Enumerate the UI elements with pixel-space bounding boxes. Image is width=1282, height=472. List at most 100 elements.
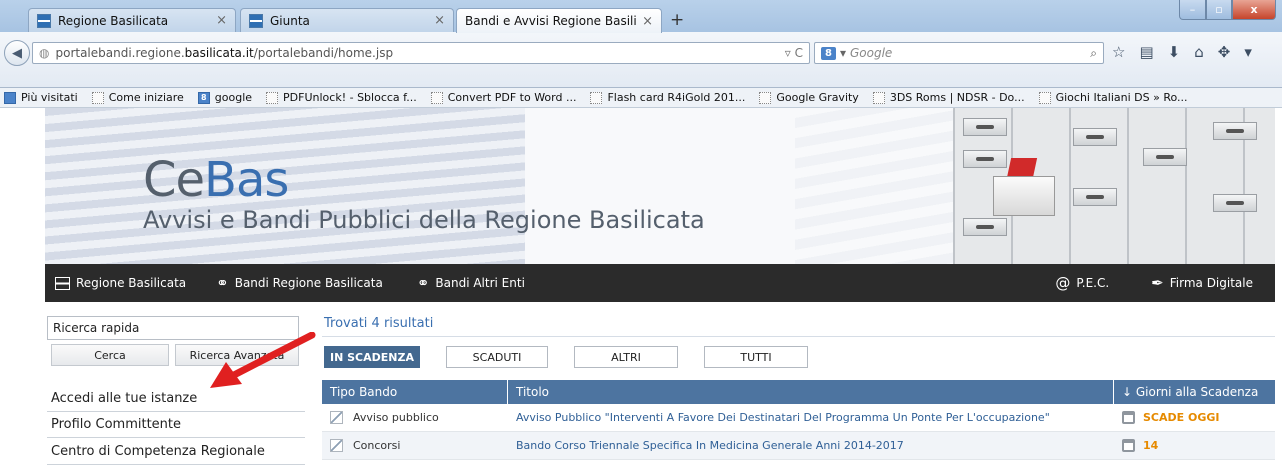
- drawer: [1143, 148, 1187, 166]
- drawer: [963, 118, 1007, 136]
- close-icon[interactable]: ×: [216, 13, 227, 28]
- close-window-button[interactable]: x: [1232, 0, 1276, 20]
- edit-document-icon: [330, 411, 343, 424]
- bookmark-icon: [266, 91, 279, 104]
- new-tab-button[interactable]: +: [670, 10, 684, 30]
- bookmark-icon: [430, 91, 443, 104]
- tab-bandi-avvisi[interactable]: Bandi e Avvisi Regione Basilicata ×: [456, 8, 662, 33]
- logo-text-ce: Ce: [143, 152, 205, 208]
- filter-in-scadenza[interactable]: IN SCADENZA: [324, 346, 420, 368]
- bookmark-item[interactable]: Come iniziare: [91, 91, 184, 104]
- column-header-giorni[interactable]: ↓ Giorni alla Scadenza: [1114, 380, 1275, 404]
- menu-item-regione-basilicata[interactable]: Regione Basilicata: [45, 264, 196, 302]
- back-arrow-icon: ◀: [12, 45, 22, 61]
- bookmark-item[interactable]: Convert PDF to Word ...: [430, 91, 577, 104]
- main-menu: Regione Basilicata ⚭ Bandi Regione Basil…: [45, 264, 1275, 302]
- table-row: Concorsi Bando Corso Triennale Specifica…: [322, 432, 1275, 460]
- download-icon[interactable]: ⬇: [1168, 43, 1181, 61]
- addon-icon[interactable]: ✥: [1218, 43, 1231, 61]
- bookmark-label: Google Gravity: [776, 91, 859, 104]
- filter-scaduti[interactable]: SCADUTI: [446, 346, 548, 368]
- back-button[interactable]: ◀: [4, 40, 30, 66]
- sidebar-link-centro-competenza[interactable]: Centro di Competenza Regionale: [47, 439, 305, 465]
- cell-tipo: Concorsi: [322, 432, 508, 459]
- table-header: Tipo Bando Titolo ↓ Giorni alla Scadenza: [322, 380, 1275, 404]
- cell-tipo: Avviso pubblico: [322, 404, 508, 431]
- toolbar-icons: ☆ ▤ ⬇ ⌂ ✥ ▾: [1112, 43, 1252, 61]
- menu-label: Regione Basilicata: [76, 276, 187, 290]
- menu-label: Bandi Regione Basilicata: [234, 276, 383, 290]
- drawer: [1213, 122, 1257, 140]
- menu-dropdown-icon[interactable]: ▾: [1244, 43, 1252, 61]
- bookmark-icon: [590, 91, 603, 104]
- google-icon: 8: [821, 46, 836, 60]
- bookmark-item[interactable]: Google Gravity: [759, 91, 859, 104]
- tab-regione-basilicata[interactable]: Regione Basilicata ×: [28, 8, 236, 32]
- bookmark-label: Come iniziare: [108, 91, 184, 104]
- minimize-button[interactable]: –: [1179, 0, 1206, 20]
- bookmark-item[interactable]: Più visitati: [4, 91, 78, 104]
- sidebar-link-istanze[interactable]: Accedi alle tue istanze: [47, 386, 305, 412]
- globe-icon: ◍: [39, 46, 50, 60]
- bookmark-item[interactable]: Giochi Italiani DS » Ro...: [1038, 91, 1188, 104]
- maximize-button[interactable]: ▫: [1206, 0, 1232, 20]
- deadline-text: 14: [1143, 439, 1159, 452]
- flag-icon: [55, 276, 70, 290]
- url-bar[interactable]: ◍ portalebandi.regione. basilicata.it/por…: [32, 42, 810, 64]
- close-icon[interactable]: ×: [434, 13, 445, 28]
- column-header-tipo[interactable]: Tipo Bando: [322, 380, 508, 404]
- bookmark-item[interactable]: PDFUnlock! - Sblocca f...: [266, 91, 417, 104]
- search-icon[interactable]: ⌕: [1090, 46, 1097, 61]
- link-icon: ⚭: [416, 274, 430, 292]
- results-table: Tipo Bando Titolo ↓ Giorni alla Scadenza…: [322, 380, 1275, 460]
- sidebar: Cerca Ricerca Avanzata Accedi alle tue i…: [45, 302, 307, 472]
- bookmark-star-icon[interactable]: ☆: [1112, 43, 1125, 61]
- menu-item-bandi-altri-enti[interactable]: ⚭ Bandi Altri Enti: [407, 264, 535, 302]
- quick-search-input[interactable]: [47, 316, 299, 340]
- cell-titolo-link[interactable]: Avviso Pubblico "Interventi A Favore Dei…: [508, 404, 1114, 431]
- bookmarks-bar: Più visitati Come iniziare 8 google PDFUn…: [0, 88, 1282, 108]
- filter-tutti[interactable]: TUTTI: [704, 346, 808, 368]
- tipo-text: Avviso pubblico: [353, 411, 439, 424]
- menu-item-firma-digitale[interactable]: ✒ Firma Digitale: [1141, 264, 1263, 302]
- calendar-icon: [1122, 411, 1135, 424]
- bookmark-label: Convert PDF to Word ...: [447, 91, 577, 104]
- bookmark-label: Giochi Italiani DS » Ro...: [1055, 91, 1188, 104]
- bookmark-icon: [872, 91, 885, 104]
- filing-cabinet-image: [953, 108, 1275, 264]
- menu-item-pec[interactable]: @ P.E.C.: [1045, 264, 1119, 302]
- bookmarks-list-icon[interactable]: ▤: [1139, 43, 1153, 61]
- close-icon[interactable]: ×: [642, 14, 653, 29]
- tab-giunta[interactable]: Giunta ×: [240, 8, 454, 32]
- bookmark-label: 3DS Roms | NDSR - Do...: [889, 91, 1025, 104]
- flag-icon: [249, 13, 263, 28]
- most-visited-icon: [4, 91, 16, 104]
- search-bar[interactable]: 8 ▾ Google ⌕: [814, 42, 1104, 64]
- menu-label: Bandi Altri Enti: [435, 276, 525, 290]
- site-banner: CeBas Avvisi e Bandi Pubblici della Regi…: [45, 108, 1275, 264]
- menu-label: Firma Digitale: [1169, 276, 1253, 290]
- results-panel: Trovati 4 risultati IN SCADENZA SCADUTI …: [322, 302, 1275, 472]
- bookmark-item[interactable]: Flash card R4iGold 201...: [590, 91, 745, 104]
- bookmark-item[interactable]: 3DS Roms | NDSR - Do...: [872, 91, 1025, 104]
- filter-altri[interactable]: ALTRI: [574, 346, 678, 368]
- column-header-titolo[interactable]: Titolo: [508, 380, 1114, 404]
- menu-item-bandi-regione[interactable]: ⚭ Bandi Regione Basilicata: [206, 264, 393, 302]
- google-icon: 8: [197, 91, 210, 104]
- bookmark-item[interactable]: 8 google: [197, 91, 253, 104]
- advanced-search-button[interactable]: Ricerca Avanzata: [175, 344, 299, 366]
- site-logo[interactable]: CeBas: [143, 152, 289, 208]
- bookmark-label: google: [214, 91, 253, 104]
- home-icon[interactable]: ⌂: [1194, 43, 1204, 61]
- tab-title: Regione Basilicata: [58, 13, 169, 28]
- tipo-text: Concorsi: [353, 439, 401, 452]
- open-drawer: [993, 176, 1055, 216]
- search-button[interactable]: Cerca: [51, 344, 169, 366]
- reload-icon[interactable]: ▿ C: [785, 46, 803, 60]
- sidebar-link-profilo-committente[interactable]: Profilo Committente: [47, 412, 305, 438]
- bookmark-icon: [759, 91, 772, 104]
- browser-tab-bar: Regione Basilicata × Giunta × Bandi e Av…: [0, 0, 1282, 33]
- cell-titolo-link[interactable]: Bando Corso Triennale Specifica In Medic…: [508, 432, 1114, 459]
- bookmark-label: PDFUnlock! - Sblocca f...: [283, 91, 417, 104]
- menu-label: P.E.C.: [1076, 276, 1110, 290]
